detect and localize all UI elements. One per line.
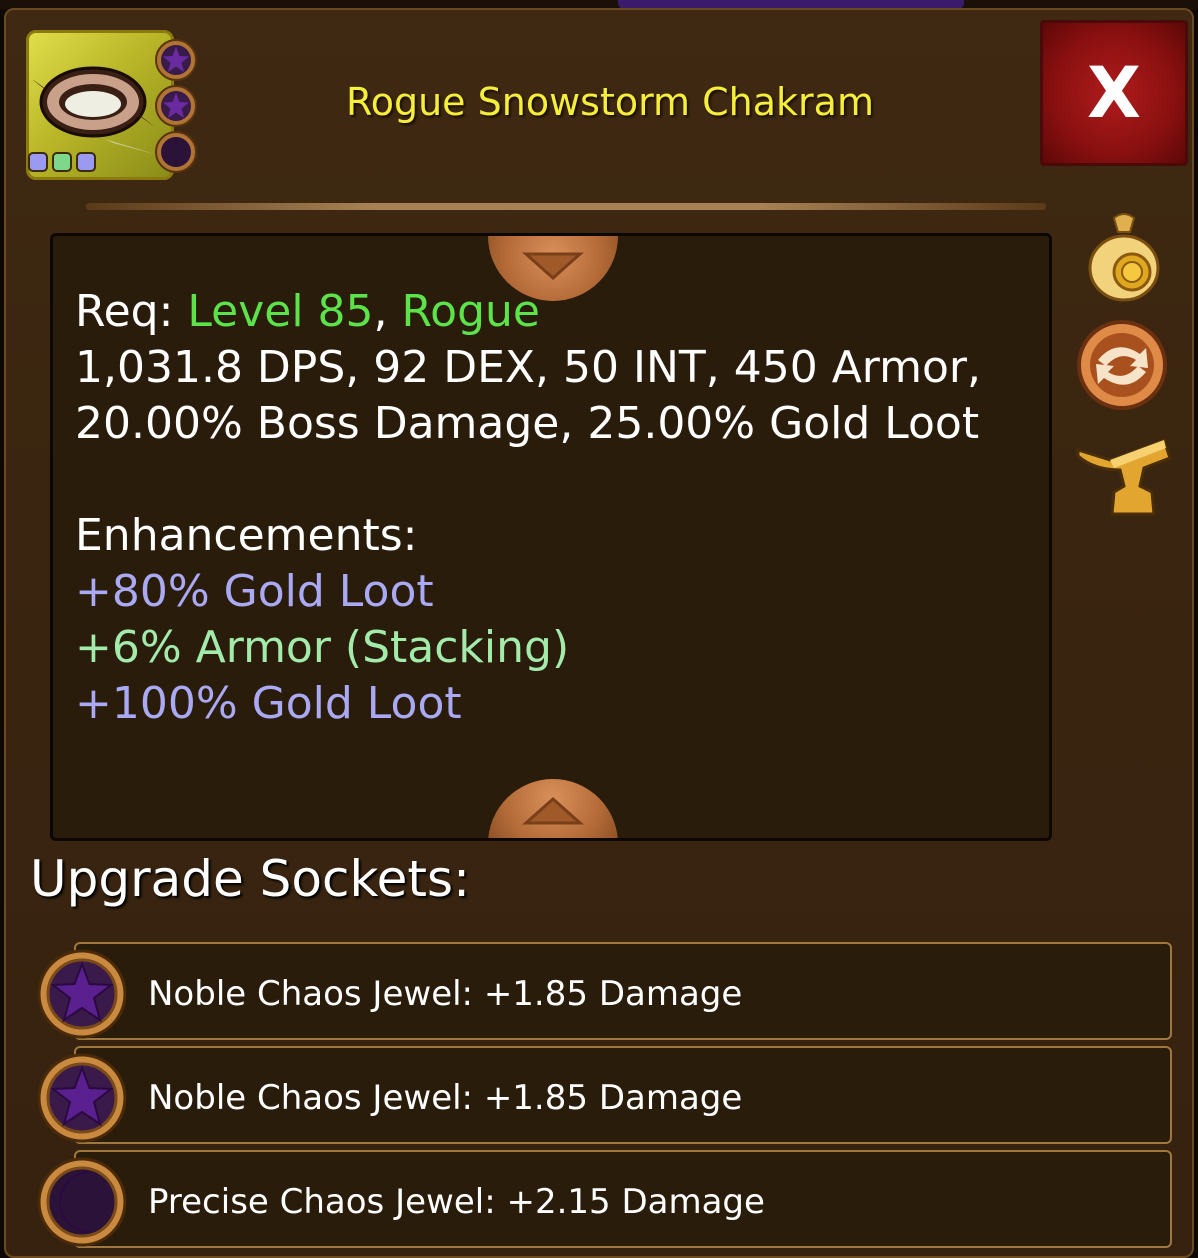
- rarity-dot: [28, 152, 48, 172]
- rarity-dot: [52, 152, 72, 172]
- chakram-icon: [33, 66, 158, 155]
- swap-icon[interactable]: [1076, 318, 1168, 412]
- close-button[interactable]: X: [1040, 20, 1188, 166]
- socket-label: Noble Chaos Jewel: +1.85 Damage: [148, 1078, 743, 1118]
- req-label: Req:: [75, 286, 174, 337]
- enhancement-line: +80% Gold Loot: [75, 566, 434, 617]
- req-separator: ,: [373, 286, 388, 337]
- rarity-dots: [28, 152, 96, 172]
- triangle-up-icon: [522, 796, 584, 825]
- req-level: Level 85: [187, 286, 374, 337]
- star-jewel-icon: [155, 85, 197, 127]
- anvil-icon[interactable]: [1074, 434, 1174, 520]
- sell-gold-bag-icon[interactable]: [1084, 210, 1164, 304]
- description-box[interactable]: Req: Level 85, Rogue 1,031.8 DPS, 92 DEX…: [50, 233, 1052, 841]
- socket-label: Noble Chaos Jewel: +1.85 Damage: [148, 974, 743, 1014]
- sockets-heading: Upgrade Sockets:: [30, 850, 470, 908]
- stats-line-2: 20.00% Boss Damage, 25.00% Gold Loot: [75, 398, 980, 449]
- socket-label: Precise Chaos Jewel: +2.15 Damage: [148, 1182, 765, 1222]
- star-jewel-icon: [155, 39, 197, 81]
- moon-jewel-icon: [155, 131, 197, 173]
- triangle-down-icon: [522, 252, 584, 281]
- scroll-up-button[interactable]: [488, 236, 618, 301]
- header-divider: [86, 203, 1046, 210]
- description-text: Req: Level 85, Rogue 1,031.8 DPS, 92 DEX…: [75, 284, 1035, 732]
- moon-jewel-icon: [37, 1157, 127, 1247]
- scroll-down-button[interactable]: [488, 779, 618, 838]
- star-jewel-icon: [37, 949, 127, 1039]
- enhancement-line: +100% Gold Loot: [75, 678, 462, 729]
- close-icon: X: [1087, 52, 1141, 134]
- stats-line-1: 1,031.8 DPS, 92 DEX, 50 INT, 450 Armor,: [75, 342, 981, 393]
- enhancements-heading: Enhancements:: [75, 510, 418, 561]
- enhancement-line: +6% Armor (Stacking): [75, 622, 570, 673]
- star-jewel-icon: [37, 1053, 127, 1143]
- rarity-dot: [76, 152, 96, 172]
- item-title: Rogue Snowstorm Chakram: [346, 80, 874, 124]
